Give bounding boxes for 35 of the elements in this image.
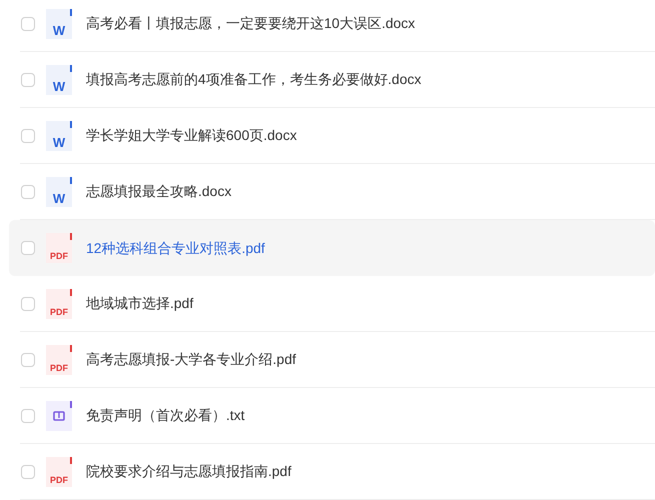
file-icon: PDF [46, 344, 72, 374]
file-icon: W [46, 120, 72, 150]
checkbox[interactable] [21, 16, 35, 30]
file-row[interactable]: W 填报高考志愿前的4项准备工作，考生务必要做好.docx [20, 52, 655, 108]
file-icon: W [46, 64, 72, 94]
file-name[interactable]: 高考志愿填报-大学各专业介绍.pdf [86, 349, 296, 370]
checkbox[interactable] [21, 72, 35, 86]
file-row[interactable]: PDF 院校要求介绍与志愿填报指南.pdf [20, 444, 655, 500]
file-name[interactable]: 免责声明（首次必看）.txt [86, 405, 245, 426]
file-name[interactable]: 高考必看丨填报志愿，一定要要绕开这10大误区.docx [86, 13, 416, 34]
checkbox[interactable] [21, 296, 35, 310]
checkbox[interactable] [21, 352, 35, 366]
checkbox[interactable] [21, 184, 35, 198]
file-icon: W [46, 176, 72, 206]
file-icon: PDF [46, 456, 72, 486]
file-name[interactable]: 学长学姐大学专业解读600页.docx [86, 125, 297, 146]
file-row[interactable]: 免责声明（首次必看）.txt [20, 388, 655, 444]
file-icon: PDF [46, 288, 72, 318]
file-icon [46, 400, 72, 430]
file-row[interactable]: W 高考必看丨填报志愿，一定要要绕开这10大误区.docx [20, 0, 655, 52]
file-icon: PDF [46, 233, 72, 263]
file-row[interactable]: W 学长学姐大学专业解读600页.docx [20, 108, 655, 164]
file-name[interactable]: 院校要求介绍与志愿填报指南.pdf [86, 461, 292, 482]
file-name[interactable]: 12种选科组合专业对照表.pdf [86, 238, 265, 258]
file-name[interactable]: 志愿填报最全攻略.docx [86, 181, 232, 202]
file-row[interactable]: PDF 高考志愿填报-大学各专业介绍.pdf [20, 332, 655, 388]
file-name[interactable]: 填报高考志愿前的4项准备工作，考生务必要做好.docx [86, 69, 422, 90]
file-row[interactable]: PDF 12种选科组合专业对照表.pdf [9, 220, 655, 276]
file-row[interactable]: PDF 地域城市选择.pdf [20, 276, 655, 332]
checkbox[interactable] [21, 241, 35, 255]
file-icon: W [46, 8, 72, 38]
file-name[interactable]: 地域城市选择.pdf [86, 293, 194, 314]
checkbox[interactable] [21, 128, 35, 142]
checkbox[interactable] [21, 464, 35, 478]
checkbox[interactable] [21, 408, 35, 422]
